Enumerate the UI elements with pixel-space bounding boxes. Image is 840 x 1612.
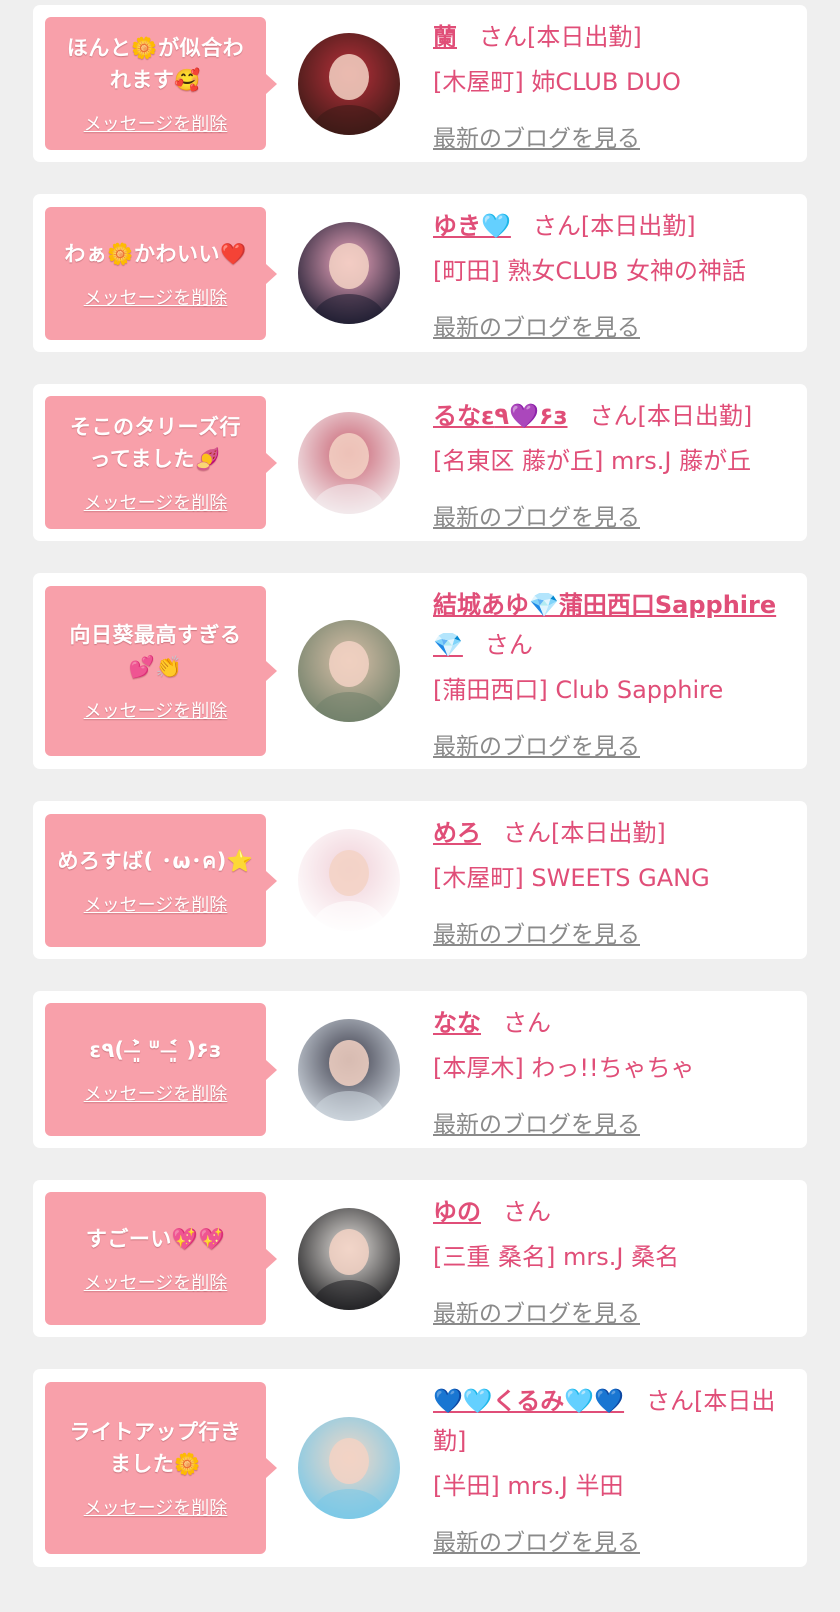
cast-info: めろ さん[本日出勤] [木屋町] SWEETS GANG 最新のブログを見る bbox=[433, 813, 795, 949]
latest-blog-link[interactable]: 最新のブログを見る bbox=[433, 1523, 640, 1557]
message-bubble: わぁ🌼かわいい❤️ メッセージを削除 bbox=[45, 207, 277, 340]
message-bubble: めろすば( ･ω･ค)⭐ メッセージを削除 bbox=[45, 814, 277, 947]
delete-message-link[interactable]: メッセージを削除 bbox=[84, 284, 228, 310]
shop-name: [町田] 熟女CLUB 女神の神話 bbox=[433, 257, 746, 285]
message-card: めろすば( ･ω･ค)⭐ メッセージを削除 めろさん[本日出勤] [木屋町] bbox=[33, 801, 807, 959]
delete-message-link[interactable]: メッセージを削除 bbox=[84, 697, 228, 723]
message-text: ε٩( ˃̶͈̀ ᐜ ˂̶͈́ )۶з bbox=[89, 1037, 222, 1062]
cast-name-line: 結城あゆ💎蒲田西口Sapphire 💎 さん bbox=[433, 585, 795, 665]
cast-name-line: るなε٩💜۶з さん[本日出勤] bbox=[433, 396, 795, 436]
avatar[interactable] bbox=[298, 620, 400, 722]
latest-blog-link[interactable]: 最新のブログを見る bbox=[433, 915, 640, 949]
cast-name-line: ゆの さん bbox=[433, 1192, 795, 1232]
avatar[interactable] bbox=[298, 1019, 400, 1121]
cast-info: なな さん [本厚木] わっ!!ちゃちゃ 最新のブログを見る bbox=[433, 1003, 795, 1139]
message-bubble: ほんと🌼が似合わ れます🥰 メッセージを削除 bbox=[45, 17, 277, 150]
avatar[interactable] bbox=[298, 222, 400, 324]
cast-name-link[interactable]: ゆの bbox=[433, 1198, 481, 1226]
cast-name-link[interactable]: ゆき🩵 bbox=[433, 212, 511, 240]
cast-name-line: 蘭さん[本日出勤] bbox=[433, 17, 795, 57]
message-card: 向日葵最高すぎる 💕👏 メッセージを削除 結城あゆ💎蒲田西口Sapphire 💎… bbox=[33, 573, 807, 769]
message-text: めろすば( ･ω･ค)⭐ bbox=[57, 848, 254, 873]
cast-name-link[interactable]: めろ bbox=[433, 819, 481, 847]
message-text: ライトアップ行き ました🌼 bbox=[69, 1420, 242, 1476]
cast-name-line: なな さん bbox=[433, 1003, 795, 1043]
message-bubble: ε٩( ˃̶͈̀ ᐜ ˂̶͈́ )۶з メッセージを削除 bbox=[45, 1003, 277, 1136]
cast-name-line: めろ さん[本日出勤] bbox=[433, 813, 795, 853]
avatar[interactable] bbox=[298, 412, 400, 514]
message-bubble: そこのタリーズ行 ってました🍠 メッセージを削除 bbox=[45, 396, 277, 529]
shop-name: [三重 桑名] mrs.J 桑名 bbox=[433, 1243, 680, 1271]
cast-info: 💙🩵くるみ🩵💙 さん[本日出 勤] [半田] mrs.J 半田 最新のブログを見る bbox=[433, 1381, 795, 1557]
cast-name-link[interactable]: るなε٩💜۶з bbox=[433, 402, 568, 430]
message-bubble: 向日葵最高すぎる 💕👏 メッセージを削除 bbox=[45, 586, 277, 756]
cast-name-link[interactable]: なな bbox=[433, 1009, 481, 1037]
avatar[interactable] bbox=[298, 1417, 400, 1519]
latest-blog-link[interactable]: 最新のブログを見る bbox=[433, 498, 640, 532]
cast-name-line: 💙🩵くるみ🩵💙 さん[本日出 勤] bbox=[433, 1381, 795, 1461]
cast-info: 蘭さん[本日出勤] [木屋町] 姉CLUB DUO 最新のブログを見る bbox=[433, 17, 795, 153]
avatar[interactable] bbox=[298, 33, 400, 135]
delete-message-link[interactable]: メッセージを削除 bbox=[84, 891, 228, 917]
cast-status: さん bbox=[503, 1009, 551, 1037]
latest-blog-link[interactable]: 最新のブログを見る bbox=[433, 727, 640, 761]
cast-name-link[interactable]: 💙🩵くるみ🩵💙 bbox=[433, 1387, 624, 1415]
latest-blog-link[interactable]: 最新のブログを見る bbox=[433, 119, 640, 153]
message-card: わぁ🌼かわいい❤️ メッセージを削除 ゆき🩵 さん[本日出勤] [町田] 熟女C… bbox=[33, 194, 807, 352]
avatar[interactable] bbox=[298, 1208, 400, 1310]
avatar[interactable] bbox=[298, 829, 400, 931]
cast-status: さん bbox=[484, 631, 533, 659]
cast-info: るなε٩💜۶з さん[本日出勤] [名東区 藤が丘] mrs.J 藤が丘 最新のブ… bbox=[433, 396, 795, 532]
message-bubble: ライトアップ行き ました🌼 メッセージを削除 bbox=[45, 1382, 277, 1554]
message-card: ライトアップ行き ました🌼 メッセージを削除 💙🩵くるみ🩵💙さん[本日出 勤] bbox=[33, 1369, 807, 1567]
message-text: そこのタリーズ行 ってました🍠 bbox=[70, 414, 241, 471]
cast-status: さん[本日出勤] bbox=[532, 212, 696, 240]
cast-status: さん bbox=[503, 1198, 551, 1226]
message-card: ε٩( ˃̶͈̀ ᐜ ˂̶͈́ )۶з メッセージを削除 ななさん [本厚木] bbox=[33, 991, 807, 1148]
message-list: ほんと🌼が似合わ れます🥰 メッセージを削除 蘭さん[本日出勤] [木屋町] 姉… bbox=[0, 0, 840, 1567]
cast-info: 結城あゆ💎蒲田西口Sapphire 💎 さん [蒲田西口] Club Sapphi… bbox=[433, 585, 795, 761]
message-text: ほんと🌼が似合わ れます🥰 bbox=[66, 35, 245, 92]
latest-blog-link[interactable]: 最新のブログを見る bbox=[433, 308, 640, 342]
delete-message-link[interactable]: メッセージを削除 bbox=[84, 1494, 228, 1520]
cast-name-link[interactable]: 蘭 bbox=[433, 23, 457, 51]
cast-status: さん[本日出勤] bbox=[479, 23, 642, 51]
latest-blog-link[interactable]: 最新のブログを見る bbox=[433, 1105, 640, 1139]
shop-name: [名東区 藤が丘] mrs.J 藤が丘 bbox=[433, 447, 752, 475]
message-text: 向日葵最高すぎる 💕👏 bbox=[69, 623, 242, 679]
cast-info: ゆき🩵 さん[本日出勤] [町田] 熟女CLUB 女神の神話 最新のブログを見る bbox=[433, 206, 795, 342]
delete-message-link[interactable]: メッセージを削除 bbox=[84, 489, 228, 515]
delete-message-link[interactable]: メッセージを削除 bbox=[84, 1269, 228, 1295]
message-card: ほんと🌼が似合わ れます🥰 メッセージを削除 蘭さん[本日出勤] [木屋町] 姉… bbox=[33, 5, 807, 162]
shop-name: [半田] mrs.J 半田 bbox=[433, 1472, 624, 1500]
latest-blog-link[interactable]: 最新のブログを見る bbox=[433, 1294, 640, 1328]
message-card: すごーい💖💖 メッセージを削除 ゆの さん [三重 桑名] mrs.J 桑名 最… bbox=[33, 1180, 807, 1337]
shop-name: [木屋町] SWEETS GANG bbox=[433, 864, 710, 892]
cast-status: さん[本日出勤] bbox=[589, 402, 753, 430]
cast-name-line: ゆき🩵 さん[本日出勤] bbox=[433, 206, 795, 246]
shop-name: [本厚木] わっ!!ちゃちゃ bbox=[433, 1054, 695, 1082]
shop-name: [蒲田西口] Club Sapphire bbox=[433, 676, 724, 704]
cast-status: さん[本日出勤] bbox=[503, 819, 666, 847]
delete-message-link[interactable]: メッセージを削除 bbox=[84, 1080, 228, 1106]
message-text: わぁ🌼かわいい❤️ bbox=[64, 241, 247, 266]
delete-message-link[interactable]: メッセージを削除 bbox=[84, 110, 228, 136]
message-bubble: すごーい💖💖 メッセージを削除 bbox=[45, 1192, 277, 1325]
cast-info: ゆの さん [三重 桑名] mrs.J 桑名 最新のブログを見る bbox=[433, 1192, 795, 1328]
shop-name: [木屋町] 姉CLUB DUO bbox=[433, 68, 681, 96]
message-text: すごーい💖💖 bbox=[85, 1226, 226, 1251]
message-card: そこのタリーズ行 ってました🍠 メッセージを削除 るなε٩💜۶з さん[本日出勤] bbox=[33, 384, 807, 541]
